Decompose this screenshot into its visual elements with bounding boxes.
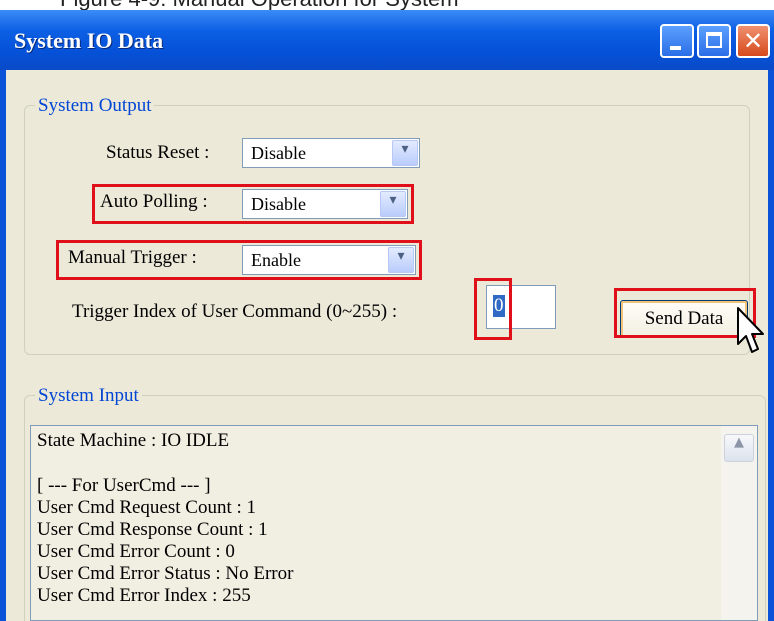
text-line: User Cmd Request Count : 1: [37, 497, 257, 518]
manual-trigger-label: Manual Trigger :: [68, 247, 197, 268]
background-caption: Figure 4-9: Manual Operation for System: [0, 0, 774, 10]
chevron-down-icon[interactable]: ▾: [380, 191, 406, 217]
trigger-index-highlight: [474, 278, 512, 340]
maximize-icon[interactable]: [697, 24, 731, 58]
close-glyph: ✕: [742, 27, 764, 55]
chevron-down-icon[interactable]: ▾: [388, 247, 414, 273]
auto-polling-label: Auto Polling :: [100, 191, 208, 212]
trigger-index-label: Trigger Index of User Command (0~255) :: [72, 301, 398, 322]
caption-text: Figure 4-9: Manual Operation for System: [60, 0, 459, 10]
auto-polling-select[interactable]: Disable ▾: [242, 189, 408, 219]
text-line: State Machine : IO IDLE: [37, 430, 230, 451]
dropdown-glyph: ▾: [389, 192, 397, 208]
text-line: User Cmd Error Count : 0: [37, 541, 235, 562]
manual-trigger-select[interactable]: Enable ▾: [242, 245, 416, 275]
dropdown-glyph: ▾: [401, 141, 409, 157]
vertical-scrollbar[interactable]: ▲: [721, 426, 757, 620]
window-title: System IO Data: [14, 28, 164, 53]
auto-polling-value: Disable: [251, 194, 306, 214]
text-line: User Cmd Error Index : 255: [37, 585, 251, 606]
system-io-data-window: System IO Data ✕ System Output Status Re…: [0, 10, 774, 621]
minimize-icon[interactable]: [660, 24, 694, 58]
text-line: User Cmd Error Status : No Error: [37, 563, 294, 584]
status-reset-value: Disable: [251, 143, 306, 163]
chevron-down-icon[interactable]: ▾: [392, 140, 418, 166]
title-bar[interactable]: System IO Data ✕: [0, 10, 774, 70]
text-line: User Cmd Response Count : 1: [37, 519, 268, 540]
system-input-textarea[interactable]: State Machine : IO IDLE [ --- For UserCm…: [30, 425, 758, 621]
status-reset-label: Status Reset :: [106, 142, 210, 163]
close-icon[interactable]: ✕: [736, 24, 770, 58]
dropdown-glyph: ▾: [397, 248, 405, 264]
mouse-pointer-icon: [737, 307, 764, 353]
system-output-title: System Output: [35, 95, 155, 117]
scroll-up-glyph: ▲: [734, 435, 744, 450]
status-reset-select[interactable]: Disable ▾: [242, 138, 420, 168]
system-input-title: System Input: [35, 385, 142, 407]
manual-trigger-value: Enable: [251, 250, 301, 270]
scroll-up-icon[interactable]: ▲: [724, 434, 754, 462]
text-line: [ --- For UserCmd --- ]: [37, 475, 211, 496]
